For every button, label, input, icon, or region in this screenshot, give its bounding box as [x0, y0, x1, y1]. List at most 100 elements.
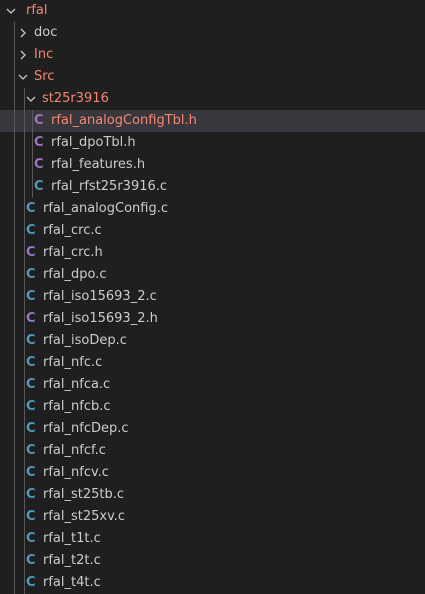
tree-file-rfal-analogconfig-c[interactable]: Crfal_analogConfig.c	[0, 198, 425, 220]
file-label: rfal_nfcDep.c	[43, 421, 129, 436]
indent-guide	[14, 396, 15, 418]
folder-label: doc	[34, 25, 58, 40]
indent-guide	[32, 110, 33, 132]
tree-file-rfal-crc-h[interactable]: Crfal_crc.h	[0, 242, 425, 264]
file-label: rfal_isoDep.c	[43, 333, 127, 348]
c-source-file-icon: C	[26, 465, 36, 480]
folder-label: Src	[34, 69, 55, 84]
c-header-file-icon: C	[34, 135, 44, 150]
tree-file-rfal-nfcf-c[interactable]: Crfal_nfcf.c	[0, 440, 425, 462]
indent-guide	[14, 110, 15, 132]
chevron-down-icon[interactable]	[24, 92, 38, 106]
file-label: rfal_crc.c	[43, 223, 102, 238]
tree-folder-rfal[interactable]: rfal	[0, 0, 425, 22]
indent-guide	[24, 550, 25, 572]
indent-guide	[14, 308, 15, 330]
indent-guide	[14, 242, 15, 264]
indent-guide	[14, 506, 15, 528]
c-header-file-icon: C	[34, 113, 44, 128]
tree-file-rfal-nfcdep-c[interactable]: Crfal_nfcDep.c	[0, 418, 425, 440]
file-label: rfal_features.h	[51, 157, 146, 172]
tree-file-rfal-nfc-c[interactable]: Crfal_nfc.c	[0, 352, 425, 374]
file-label: rfal_nfcb.c	[43, 399, 111, 414]
c-source-file-icon: C	[26, 531, 36, 546]
indent-guide	[24, 418, 25, 440]
indent-guide	[24, 506, 25, 528]
chevron-down-icon[interactable]	[4, 4, 18, 18]
tree-file-rfal-nfcv-c[interactable]: Crfal_nfcv.c	[0, 462, 425, 484]
c-source-file-icon: C	[34, 179, 44, 194]
tree-file-rfal-isodep-c[interactable]: Crfal_isoDep.c	[0, 330, 425, 352]
tree-file-rfal-iso15693-2-h[interactable]: Crfal_iso15693_2.h	[0, 308, 425, 330]
tree-folder-inc[interactable]: Inc	[0, 44, 425, 66]
c-source-file-icon: C	[26, 333, 36, 348]
c-header-file-icon: C	[26, 311, 36, 326]
indent-guide	[14, 286, 15, 308]
tree-file-rfal-analogconfigtbl-h[interactable]: Crfal_analogConfigTbl.h	[0, 110, 425, 132]
tree-folder-src[interactable]: Src	[0, 66, 425, 88]
file-label: rfal_nfca.c	[43, 377, 111, 392]
indent-guide	[14, 484, 15, 506]
indent-guide	[14, 88, 15, 110]
indent-guide	[14, 352, 15, 374]
indent-guide	[24, 374, 25, 396]
indent-guide	[24, 110, 25, 132]
indent-guide	[14, 154, 15, 176]
indent-guide	[32, 132, 33, 154]
tree-file-rfal-crc-c[interactable]: Crfal_crc.c	[0, 220, 425, 242]
indent-guide	[14, 440, 15, 462]
c-source-file-icon: C	[26, 289, 36, 304]
tree-file-rfal-nfca-c[interactable]: Crfal_nfca.c	[0, 374, 425, 396]
c-source-file-icon: C	[26, 421, 36, 436]
indent-guide	[14, 66, 15, 88]
indent-guide	[14, 220, 15, 242]
indent-guide	[24, 154, 25, 176]
file-label: rfal_crc.h	[43, 245, 103, 260]
tree-folder-doc[interactable]: doc	[0, 22, 425, 44]
tree-file-rfal-t4t-c[interactable]: Crfal_t4t.c	[0, 572, 425, 594]
c-header-file-icon: C	[26, 245, 36, 260]
indent-guide	[24, 484, 25, 506]
indent-guide	[14, 572, 15, 594]
tree-file-rfal-dpo-c[interactable]: Crfal_dpo.c	[0, 264, 425, 286]
file-label: rfal_t2t.c	[43, 553, 101, 568]
tree-file-rfal-st25tb-c[interactable]: Crfal_st25tb.c	[0, 484, 425, 506]
indent-guide	[24, 528, 25, 550]
chevron-down-icon[interactable]	[16, 70, 30, 84]
explorer-file-tree: rfal doc Inc Src st25r3916 Crfal_analogConfig…	[0, 0, 425, 594]
tree-folder-st25r3916[interactable]: st25r3916	[0, 88, 425, 110]
tree-file-rfal-t2t-c[interactable]: Crfal_t2t.c	[0, 550, 425, 572]
indent-guide	[24, 572, 25, 594]
file-label: rfal_rfst25r3916.c	[51, 179, 168, 194]
c-source-file-icon: C	[26, 487, 36, 502]
file-label: rfal_nfcv.c	[43, 465, 109, 480]
tree-file-rfal-st25xv-c[interactable]: Crfal_st25xv.c	[0, 506, 425, 528]
tree-file-rfal-features-h[interactable]: Crfal_features.h	[0, 154, 425, 176]
tree-file-rfal-iso15693-2-c[interactable]: Crfal_iso15693_2.c	[0, 286, 425, 308]
indent-guide	[24, 440, 25, 462]
c-source-file-icon: C	[26, 399, 36, 414]
indent-guide	[14, 528, 15, 550]
tree-file-rfal-dpotbl-h[interactable]: Crfal_dpoTbl.h	[0, 132, 425, 154]
indent-guide	[14, 22, 15, 44]
indent-guide	[24, 176, 25, 198]
file-label: rfal_t4t.c	[43, 575, 101, 590]
indent-guide	[14, 176, 15, 198]
file-label: rfal_st25xv.c	[43, 509, 126, 524]
tree-file-rfal-nfcb-c[interactable]: Crfal_nfcb.c	[0, 396, 425, 418]
c-source-file-icon: C	[26, 443, 36, 458]
file-label: rfal_dpo.c	[43, 267, 107, 282]
c-source-file-icon: C	[26, 267, 36, 282]
indent-guide	[32, 176, 33, 198]
indent-guide	[24, 352, 25, 374]
chevron-right-icon[interactable]	[16, 26, 30, 40]
c-source-file-icon: C	[26, 509, 36, 524]
tree-file-rfal-t1t-c[interactable]: Crfal_t1t.c	[0, 528, 425, 550]
indent-guide	[14, 330, 15, 352]
chevron-right-icon[interactable]	[16, 48, 30, 62]
indent-guide	[14, 462, 15, 484]
file-label: rfal_t1t.c	[43, 531, 101, 546]
file-label: rfal_nfcf.c	[43, 443, 106, 458]
indent-guide	[24, 330, 25, 352]
tree-file-rfal-rfst25r3916-c[interactable]: Crfal_rfst25r3916.c	[0, 176, 425, 198]
